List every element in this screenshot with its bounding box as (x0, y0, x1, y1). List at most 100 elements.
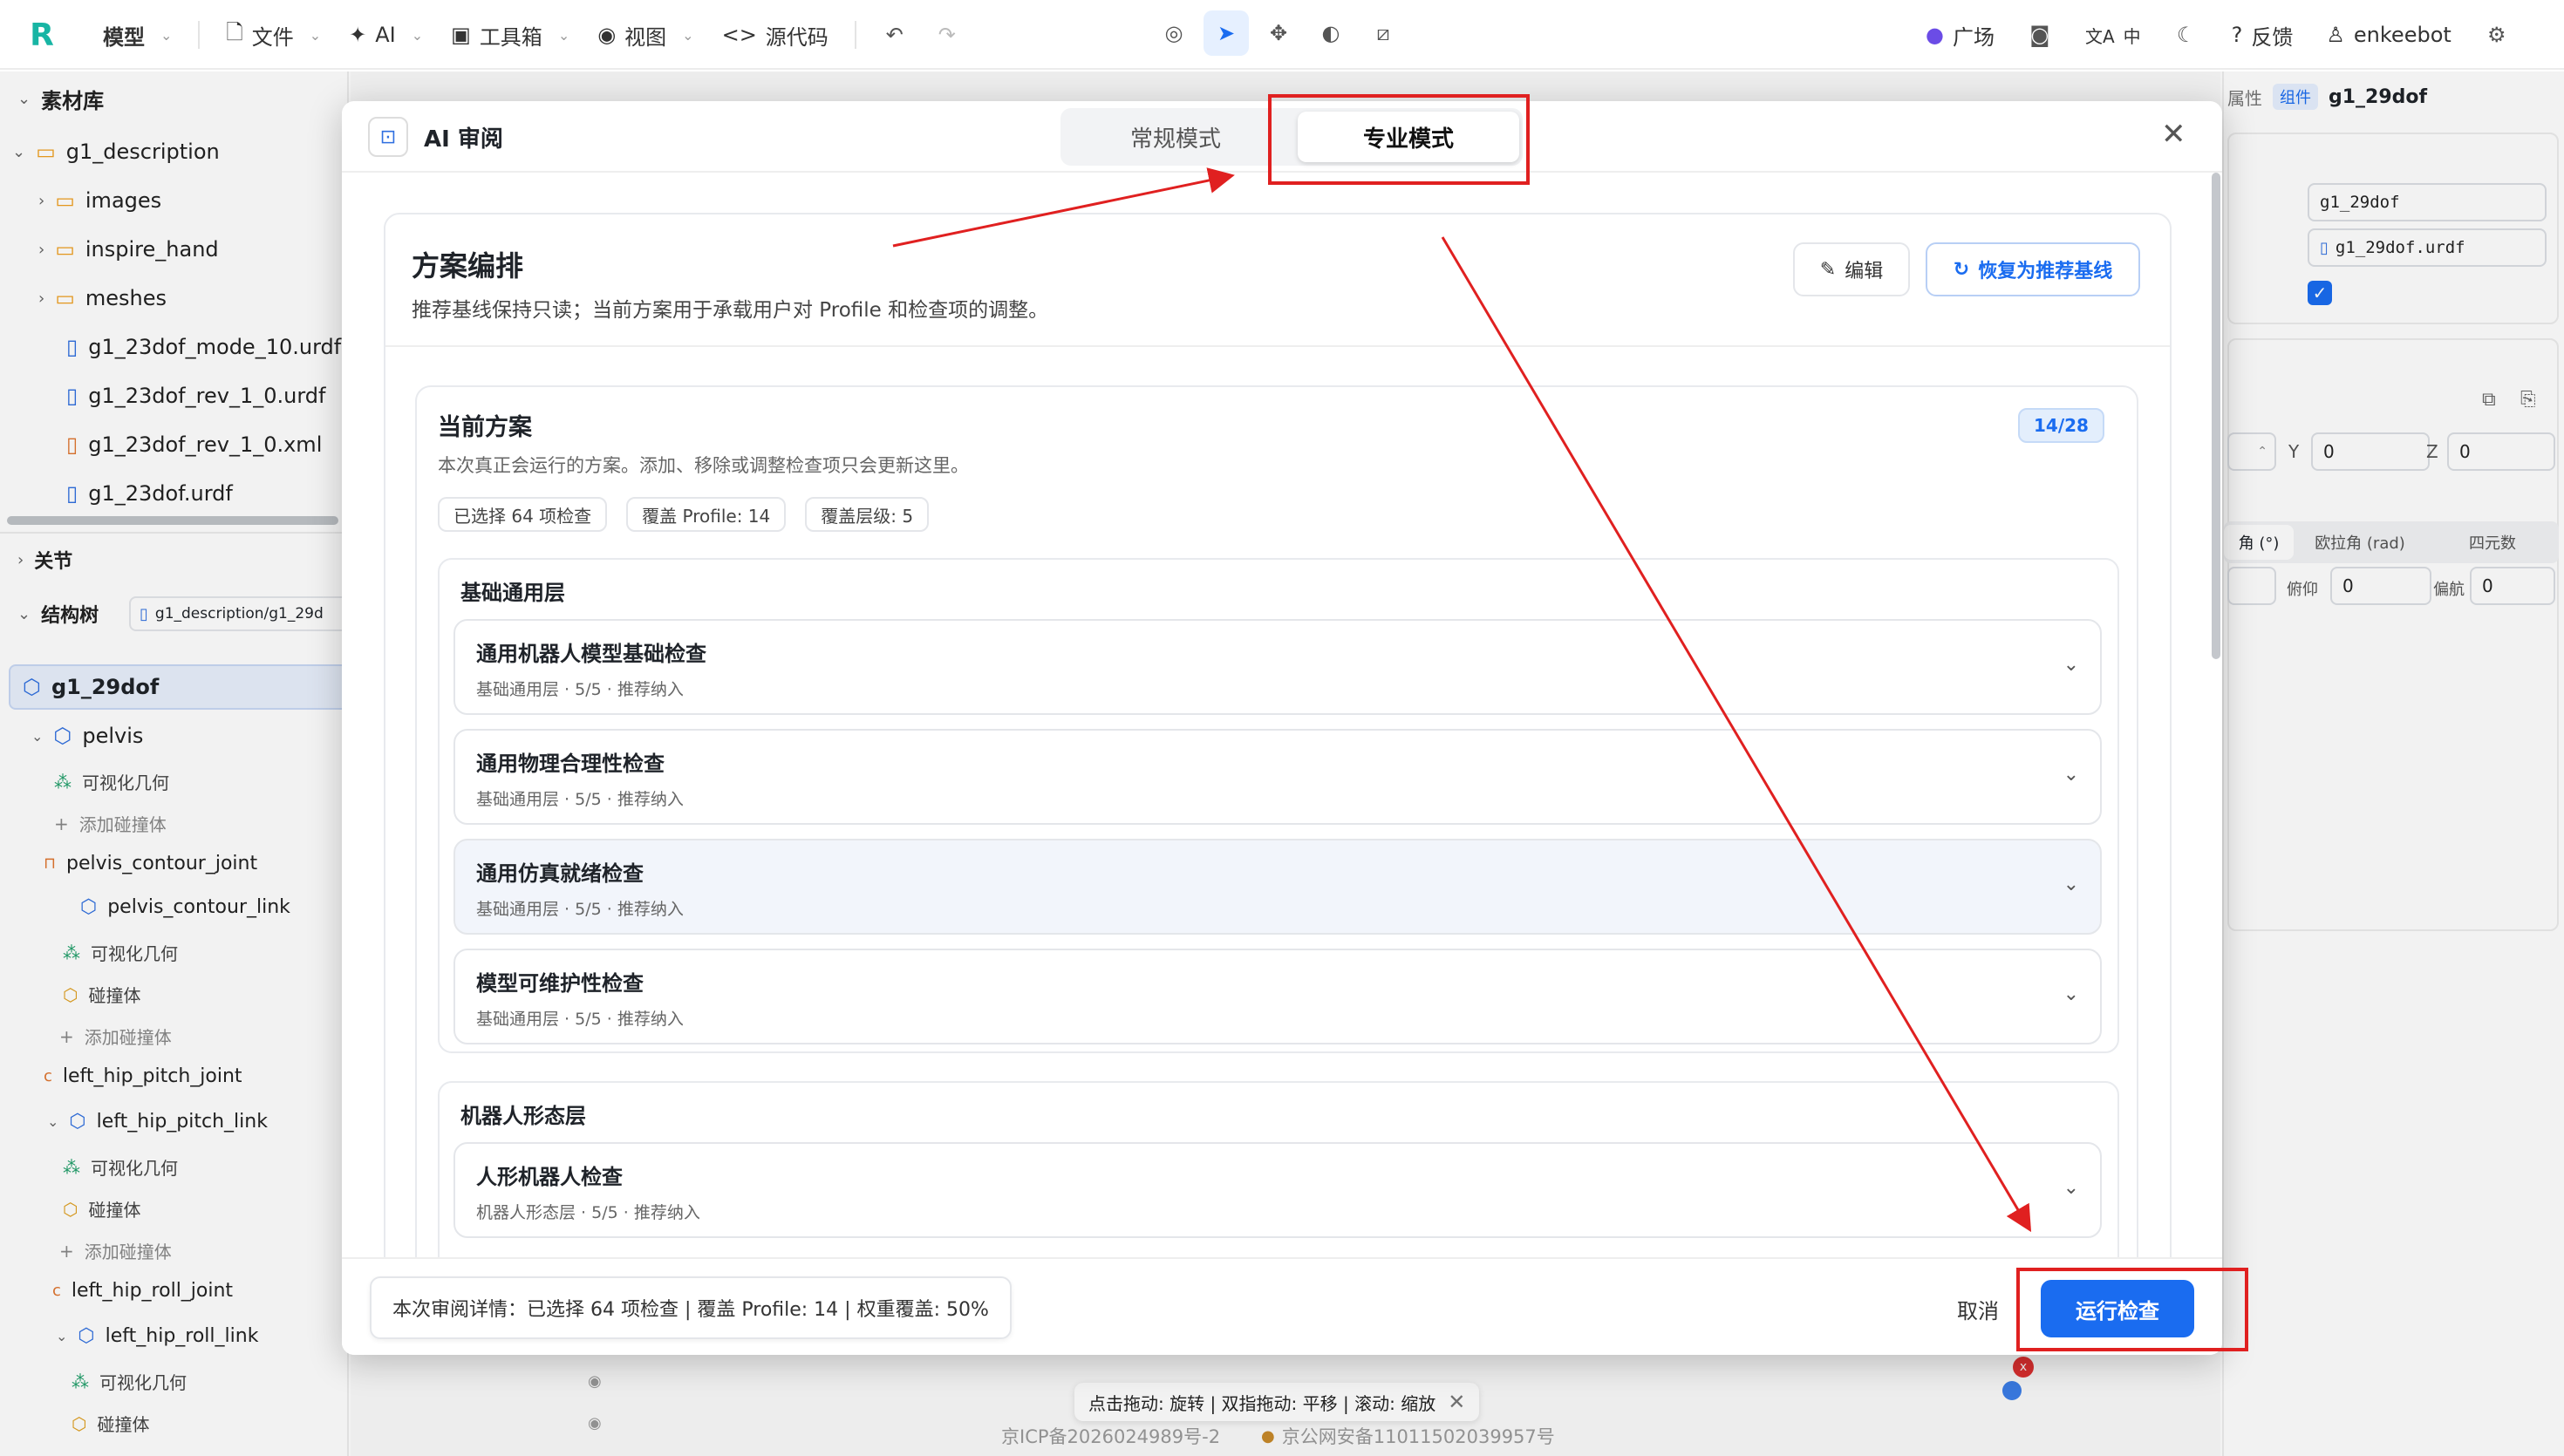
translate-icon: 文A (2084, 25, 2115, 47)
check-subtitle: 基础通用层 · 5/5 · 推荐纳入 (476, 1010, 684, 1029)
chip-selected-count: 已选择 64 项检查 (438, 497, 608, 532)
layer-title: 机器人形态层 (460, 1104, 586, 1128)
restore-label: 恢复为推荐基线 (1978, 261, 2113, 282)
gear-icon[interactable]: ⚙ (2474, 12, 2520, 58)
menu-source-label: 源代码 (765, 24, 829, 50)
current-plan-badge: 14/28 (2018, 408, 2104, 443)
user-name: enkeebot (2353, 23, 2451, 47)
dialog-footer: 本次审阅详情：已选择 64 项检查 | 覆盖 Profile: 14 | 权重覆… (342, 1257, 2222, 1355)
chip-row: 已选择 64 项检查 覆盖 Profile: 14 覆盖层级: 5 (438, 497, 948, 532)
menu-model[interactable]: 模型 ⌄ (92, 10, 182, 59)
refresh-icon: ↻ (1953, 258, 1970, 281)
menu-view[interactable]: ◉ 视图 ⌄ (587, 10, 704, 59)
select-cursor-icon[interactable]: ➤ (1204, 10, 1249, 56)
focus-icon[interactable]: ◎ (1151, 10, 1197, 56)
divider (385, 345, 2170, 347)
summary-box: 本次审阅详情：已选择 64 项检查 | 覆盖 Profile: 14 | 权重覆… (370, 1276, 1012, 1339)
check-title: 人形机器人检查 (476, 1165, 623, 1189)
close-icon[interactable]: ✕ (2161, 117, 2186, 152)
plan-title: 方案编排 (412, 249, 524, 282)
current-plan-desc: 本次真正会运行的方案。添加、移除或调整检查项只会更新这里。 (438, 455, 969, 476)
tab-normal-label: 常规模式 (1129, 126, 1221, 153)
check-title: 通用仿真就绪检查 (476, 861, 644, 886)
menu-toolbox[interactable]: ▣ 工具箱 ⌄ (440, 10, 580, 59)
code-icon: <> (721, 23, 757, 47)
sparkle-icon: ✦ (349, 23, 367, 47)
ai-scan-icon: ⊡ (368, 117, 408, 157)
menu-file-label: 文件 (251, 24, 294, 50)
menu-model-label: 模型 (103, 24, 145, 50)
edit-button[interactable]: ✎ 编辑 (1793, 242, 1910, 296)
check-item[interactable]: 通用机器人模型基础检查 基础通用层 · 5/5 · 推荐纳入 ⌄ (453, 619, 2102, 715)
top-toolbar: R 模型 ⌄ 🗋 文件 ⌄ ✦ AI ⌄ ▣ 工具箱 ⌄ ◉ 视图 ⌄ <> 源代码 ↶ ↷ ◎ ➤… (0, 0, 2564, 70)
divider (854, 21, 856, 49)
ai-review-dialog: ⊡ AI 审阅 常规模式 专业模式 ✕ 方案编排 推荐基线保持只读；当前方案用于… (342, 101, 2222, 1355)
chevron-down-icon[interactable]: ⌄ (2063, 983, 2079, 1005)
menu-view-label: 视图 (624, 24, 667, 50)
check-item[interactable]: 通用物理合理性检查 基础通用层 · 5/5 · 推荐纳入 ⌄ (453, 729, 2102, 825)
check-subtitle: 基础通用层 · 5/5 · 推荐纳入 (476, 900, 684, 919)
current-plan-title: 当前方案 (438, 414, 532, 441)
check-item[interactable]: 人形机器人检查 机器人形态层 · 5/5 · 推荐纳入 ⌄ (453, 1142, 2102, 1238)
check-item[interactable]: 模型可维护性检查 基础通用层 · 5/5 · 推荐纳入 ⌄ (453, 949, 2102, 1044)
cancel-button[interactable]: 取消 (1957, 1294, 1999, 1324)
pencil-icon: ✎ (1819, 258, 1837, 281)
language-label: 中 (2123, 25, 2141, 47)
chip-profile-count: 覆盖 Profile: 14 (626, 497, 787, 532)
current-plan-card: 当前方案 14/28 本次真正会运行的方案。添加、移除或调整检查项只会更新这里。… (415, 385, 2138, 1355)
redo-icon[interactable]: ↷ (924, 12, 970, 58)
palette-icon[interactable]: ◐ (1308, 10, 1354, 56)
menu-ai-label: AI (375, 23, 396, 47)
summary-text: 本次审阅详情：已选择 64 项检查 | 覆盖 Profile: 14 | 权重覆… (392, 1299, 989, 1321)
annotation-box (2016, 1268, 2248, 1351)
layer-title: 基础通用层 (460, 581, 565, 605)
plan-card: 方案编排 推荐基线保持只读；当前方案用于承载用户对 Profile 和检查项的调… (384, 213, 2172, 1355)
menu-toolbox-label: 工具箱 (479, 24, 542, 50)
app-logo[interactable]: R (24, 16, 59, 54)
chip-layer-count: 覆盖层级: 5 (805, 497, 930, 532)
annotation-box (1268, 94, 1530, 185)
chevron-down-icon: ⌄ (411, 26, 424, 44)
chevron-down-icon: ⌄ (557, 26, 570, 44)
move-icon[interactable]: ✥ (1256, 10, 1301, 56)
square-button[interactable]: ● 广场 (1915, 10, 2005, 59)
language-button[interactable]: 文A 中 (2075, 10, 2151, 59)
chevron-down-icon: ⌄ (309, 26, 322, 44)
chevron-down-icon: ⌄ (682, 26, 694, 44)
check-subtitle: 机器人形态层 · 5/5 · 推荐纳入 (476, 1203, 700, 1222)
check-item[interactable]: 通用仿真就绪检查 基础通用层 · 5/5 · 推荐纳入 ⌄ (453, 839, 2102, 935)
menu-source[interactable]: <> 源代码 (712, 10, 839, 59)
chevron-down-icon[interactable]: ⌄ (2063, 874, 2079, 895)
chevron-down-icon[interactable]: ⌄ (2063, 1177, 2079, 1199)
square-label: 广场 (1952, 24, 1995, 50)
menu-file[interactable]: 🗋 文件 ⌄ (215, 10, 331, 59)
user-menu[interactable]: ♙ enkeebot (2315, 10, 2461, 59)
robot-icon: ● (1926, 23, 1944, 47)
scrollbar[interactable] (2212, 173, 2220, 659)
divider (198, 21, 201, 49)
chevron-down-icon[interactable]: ⌄ (2063, 764, 2079, 786)
dialog-title: AI 审阅 (424, 126, 503, 153)
check-title: 通用物理合理性检查 (476, 752, 665, 776)
menu-ai[interactable]: ✦ AI ⌄ (338, 10, 433, 59)
layer-group: 基础通用层 通用机器人模型基础检查 基础通用层 · 5/5 · 推荐纳入 ⌄ 通… (438, 558, 2119, 1053)
chevron-down-icon[interactable]: ⌄ (2063, 654, 2079, 676)
edit-label: 编辑 (1845, 261, 1884, 282)
feedback-label: 反馈 (2251, 24, 2294, 50)
plan-desc: 推荐基线保持只读；当前方案用于承载用户对 Profile 和检查项的调整。 (412, 299, 1049, 322)
file-icon: 🗋 (226, 19, 243, 44)
check-subtitle: 基础通用层 · 5/5 · 推荐纳入 (476, 680, 684, 699)
undo-icon[interactable]: ↶ (872, 12, 917, 58)
check-title: 通用机器人模型基础检查 (476, 642, 706, 666)
moon-icon[interactable]: ☾ (2164, 12, 2209, 58)
user-icon: ♙ (2326, 23, 2345, 47)
toolbox-icon: ▣ (451, 23, 471, 47)
tab-normal-mode[interactable]: 常规模式 (1066, 112, 1285, 162)
restore-baseline-button[interactable]: ↻ 恢复为推荐基线 (1926, 242, 2140, 296)
chevron-down-icon: ⌄ (160, 26, 173, 44)
camera-icon[interactable]: ◙ (2017, 12, 2063, 58)
ruler-icon[interactable]: ⧄ (1360, 10, 1406, 56)
check-subtitle: 基础通用层 · 5/5 · 推荐纳入 (476, 790, 684, 809)
help-icon: ? (2231, 23, 2243, 47)
feedback-button[interactable]: ? 反馈 (2221, 10, 2304, 59)
